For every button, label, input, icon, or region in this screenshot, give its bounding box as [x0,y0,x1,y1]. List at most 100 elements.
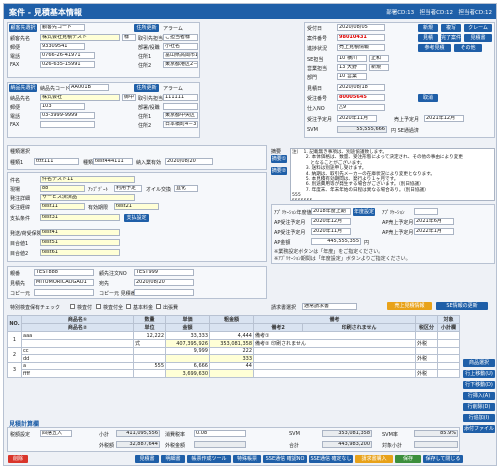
payment-field[interactable]: test31 [40,214,120,221]
delete-button[interactable]: 削除 [8,455,28,463]
product-select-button[interactable]: 商品選択 [463,359,495,367]
row-name2[interactable]: ffff [21,369,134,378]
project-name-field[interactable]: 件名テスト11 [40,176,135,183]
fiscal-year-settings-button[interactable]: 年度設定 [353,208,375,216]
customer-addr2-field[interactable]: 東京都港区2－2－51 [163,61,198,68]
se-update-button[interactable]: SE情報の更新 [436,302,488,310]
order-month-select[interactable]: 2020年11月 [337,115,377,122]
row-insert-button[interactable]: 行挿入(A) [463,392,495,400]
tax-rate-select[interactable]: 0.08 [194,430,246,437]
group-field[interactable]: TEST888 [34,269,94,276]
special-form-button[interactable]: 特殊帳票 [233,455,261,463]
row-cost[interactable] [165,354,210,363]
received-date-field[interactable]: 2020/08/05 [337,24,385,31]
row-qty[interactable]: 555 [133,362,166,370]
update-type-select[interactable]: 利用予定 [114,185,142,192]
kind1-field[interactable]: tttt111 [34,158,79,165]
delivery-select-button[interactable]: 納品先選択 [9,84,37,92]
row-tax[interactable]: 外税 [415,369,438,378]
application-select[interactable] [414,208,438,215]
table-row[interactable]: dd 333 外税 [8,354,460,363]
sse-unconfirmed-button[interactable]: SSE通信 確定なし [309,455,353,463]
dest-field[interactable]: 2020/08/20 [134,279,194,286]
other-button[interactable]: その他 [454,44,482,52]
row-unit[interactable]: 式 [133,339,166,348]
copy-est-field[interactable] [134,289,194,296]
memo1-button[interactable]: 摘要① [271,155,287,163]
table-row[interactable]: 3 a 555 6,666 44 [7,362,460,378]
row-cost[interactable]: 407,395,926 [165,339,210,348]
row-amt[interactable]: 222 [209,347,254,355]
memo-textarea[interactable]: 注） 1. 記載無き事項は、別途協議致します。 2. 本体価格は、数量、受注形態… [290,148,495,201]
option-select[interactable]: 直化 [174,185,198,192]
ap-sale-select[interactable]: 2021年6月 [414,218,454,225]
row-amt[interactable]: 44 [209,362,254,370]
sales-estimate-button[interactable]: 売上見積情報 [387,302,432,310]
customer-honorific-select[interactable]: 様 [122,34,136,41]
customer-select-button[interactable]: 顧客先選択 [9,24,37,32]
se-staff-select[interactable]: 10 横川 [337,55,367,62]
row-note[interactable] [253,347,416,355]
row-delete-button[interactable]: 行削除(D) [463,403,495,411]
misc2-field[interactable]: test61 [40,249,120,256]
form-tool-button[interactable]: 帳票作成ツール [187,455,231,463]
copy-button[interactable]: 複写 [441,24,461,32]
delivery-honorific-select[interactable]: 御中 [122,94,136,101]
row-down-button[interactable]: 行下移動(D) [463,381,495,389]
invoice-select[interactable]: 通常請求書 [302,303,357,310]
row-name1[interactable]: aaa [21,331,134,340]
ap-delivery-select[interactable]: 2020年11月 [311,228,351,235]
delivery-dept-field[interactable] [163,103,198,110]
row-qty[interactable]: 12,222 [133,331,166,340]
customer-fax-field[interactable]: 026-635-15991 [40,61,95,68]
delivery-tel-field[interactable]: 03-3999-9999 [40,112,95,119]
check4-checkbox[interactable] [156,304,161,309]
department-select[interactable]: 10 営業 [337,73,367,80]
customer-code-field[interactable]: 顧客先コード [40,24,85,31]
row-name2[interactable]: dd [21,354,134,363]
table-row[interactable]: 式 407,395,926 353,081,358 備考② 印刷されません 外税 [8,339,460,348]
customer-zip-field[interactable]: 93309541 [40,43,85,50]
row-gross[interactable] [209,369,254,378]
check3-checkbox[interactable] [126,304,131,309]
row-cost[interactable]: 3,699,630 [165,369,210,378]
row-qty[interactable] [133,347,166,355]
row-amt[interactable]: 4,444 [209,331,254,340]
period-field[interactable]: test21 [114,203,159,210]
kind2-field[interactable]: test444111 [93,158,133,165]
row-price[interactable]: 6,666 [165,362,210,370]
row-tax[interactable]: 外税 [415,339,438,348]
attachment-button[interactable]: 添付ファイル [463,425,495,433]
reference-estimate-button[interactable]: 参考見積 [418,44,451,52]
row-subtotal[interactable] [437,369,460,378]
memo2-button[interactable]: 摘要② [271,167,287,175]
ref-field[interactable]: MITUMORICAOGAO1 [34,279,94,286]
delivery-name-field[interactable]: 株式会社 [40,94,120,101]
delivery-contact-field[interactable]: 111111 [163,94,198,101]
kind3-field[interactable]: 2020/08/20 [165,158,213,165]
table-row[interactable]: ffff 3,699,630 外税 [8,369,460,378]
copy-source-field[interactable] [34,289,94,296]
estimate-button[interactable]: 見積 [418,34,438,42]
fiscal-year-select[interactable]: 2018年度上期 [311,208,351,215]
misc1-field[interactable]: test51 [40,239,120,246]
row-note2[interactable] [253,354,416,363]
row-note[interactable]: 備考① [253,331,416,340]
row-name2[interactable] [21,339,134,348]
claim-button[interactable]: クレーム [464,24,492,32]
customer-name-field[interactable]: 株式会社見積テスト [40,34,120,41]
customer-dept-field[interactable]: 小社名 [163,43,198,50]
delivery-addr2-field[interactable]: 日本橋町4－3－16 [163,121,198,128]
check1-checkbox[interactable] [70,304,75,309]
customer-no-field[interactable]: TEST999 [134,269,194,276]
table-row[interactable]: 2 cc 9,999 222 [7,347,460,363]
row-subtotal[interactable] [437,354,460,363]
completed-case-button[interactable]: 完了案件 [441,34,461,42]
contract-field[interactable]: test11 [40,203,85,210]
customer-address-update-button[interactable]: 住所更新 [134,24,159,32]
payment-settings-button[interactable]: 支払設定 [124,214,149,222]
row-unit[interactable] [133,354,166,363]
delivery-addr1-field[interactable]: 東京都中央区 [163,112,198,119]
row-note2[interactable] [253,369,416,378]
row-gross[interactable]: 353,081,358 [209,339,254,348]
